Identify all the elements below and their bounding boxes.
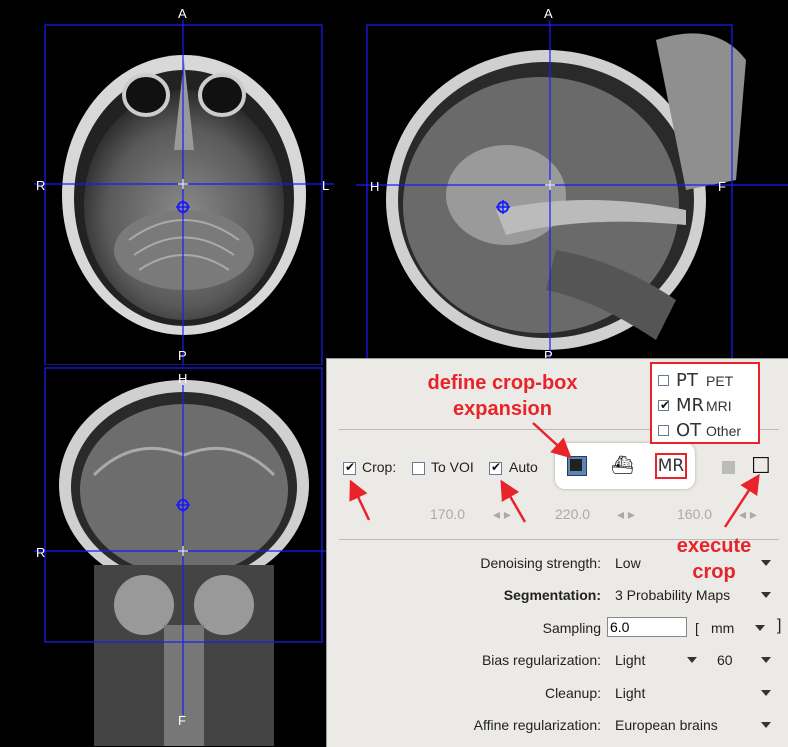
- segmentation-dropdown-icon[interactable]: [761, 592, 771, 598]
- modality-pet-checkbox[interactable]: [658, 375, 669, 386]
- coronal-label-left: R: [36, 545, 46, 560]
- sampling-bracket-close: ]: [777, 617, 782, 634]
- axial-label-bottom: P: [178, 348, 187, 363]
- sagittal-view[interactable]: A P H F: [356, 0, 788, 365]
- axial-crosshair[interactable]: [34, 0, 334, 365]
- affine-value[interactable]: European brains: [615, 717, 718, 733]
- denoising-label: Denoising strength:: [480, 555, 601, 571]
- modality-pet-label: PET: [706, 373, 734, 389]
- bias-label: Bias regularization:: [481, 652, 601, 668]
- cleanup-value[interactable]: Light: [615, 685, 645, 701]
- auto-checkbox[interactable]: [489, 460, 502, 475]
- modality-other-checkbox[interactable]: [658, 425, 669, 436]
- crop-mode-toolbar: ⛴ MR: [555, 443, 695, 489]
- modality-item-pet[interactable]: PT PET: [658, 370, 754, 392]
- annotation-define-crop-box: define crop-box expansion: [410, 370, 595, 422]
- crop-value-1: 170.0: [430, 506, 466, 522]
- bias-value-2[interactable]: 60: [717, 652, 733, 668]
- coronal-view[interactable]: H F R: [34, 365, 326, 746]
- bias-dropdown-icon[interactable]: [687, 657, 697, 663]
- to-voi-checkbox[interactable]: [412, 462, 425, 475]
- modality-item-other[interactable]: OT Other: [658, 420, 754, 442]
- stop-square-icon: [722, 461, 735, 474]
- annotation-execute-crop: execute crop: [664, 533, 764, 585]
- sagittal-label-left: H: [370, 179, 380, 194]
- crop-stepper-3[interactable]: ◂ ▸: [739, 506, 757, 523]
- segmentation-value[interactable]: 3 Probability Maps: [615, 587, 730, 603]
- crop-execute-icon[interactable]: ☐: [751, 455, 771, 477]
- axial-label-top: A: [178, 6, 187, 21]
- bias-value-2-dropdown-icon[interactable]: [761, 657, 771, 663]
- affine-label: Affine regularization:: [473, 717, 601, 733]
- sampling-input[interactable]: [607, 617, 687, 637]
- crop-value-2: 220.0: [555, 506, 591, 522]
- segmentation-label: Segmentation:: [503, 587, 601, 603]
- coronal-label-bottom: F: [178, 713, 186, 728]
- annotation-execute-line2: crop: [692, 561, 736, 583]
- bias-value[interactable]: Light: [615, 652, 645, 668]
- modality-mri-code: MR: [676, 395, 705, 416]
- coronal-label-top: H: [178, 371, 188, 386]
- cleanup-label: Cleanup:: [544, 685, 601, 701]
- crop-value-3: 160.0: [677, 506, 713, 522]
- affine-dropdown-icon[interactable]: [761, 722, 771, 728]
- axial-label-left: R: [36, 178, 46, 193]
- modality-pet-code: PT: [676, 370, 698, 391]
- cleanup-dropdown-icon[interactable]: [761, 690, 771, 696]
- auto-label: Auto: [509, 459, 538, 475]
- annotation-define-line1: define crop-box: [427, 372, 578, 394]
- annotation-define-line2: expansion: [453, 398, 552, 420]
- modality-other-label: Other: [706, 423, 742, 439]
- crop-stepper-1[interactable]: ◂ ▸: [493, 506, 511, 523]
- modality-item-mri[interactable]: MR MRI: [658, 395, 754, 417]
- modality-mri-checkbox[interactable]: [658, 398, 670, 412]
- sampling-label: Sampling: [542, 620, 601, 636]
- sampling-unit[interactable]: mm: [711, 620, 734, 636]
- crop-stepper-2[interactable]: ◂ ▸: [617, 506, 635, 523]
- denoising-value[interactable]: Low: [615, 555, 641, 571]
- crop-checkbox[interactable]: [343, 460, 356, 475]
- patient-bed-icon[interactable]: ⛴: [611, 455, 634, 476]
- coronal-crosshair[interactable]: [34, 365, 326, 746]
- sampling-unit-dropdown-icon[interactable]: [755, 625, 765, 631]
- modality-other-code: OT: [676, 420, 702, 441]
- modality-mr-button[interactable]: MR: [655, 453, 687, 479]
- sagittal-label-right: F: [718, 179, 726, 194]
- modality-mri-label: MRI: [706, 398, 732, 414]
- axial-label-right: L: [322, 178, 330, 193]
- crop-label: Crop:: [362, 459, 397, 475]
- sampling-bracket: [: [695, 620, 699, 636]
- sagittal-label-top: A: [544, 6, 553, 21]
- expand-box-icon[interactable]: [567, 456, 587, 476]
- axial-view[interactable]: A P R L: [34, 0, 334, 365]
- modality-popup: PT PET MR MRI OT Other: [650, 362, 760, 444]
- to-voi-label: To VOI: [431, 459, 474, 475]
- annotation-execute-line1: execute: [676, 535, 752, 557]
